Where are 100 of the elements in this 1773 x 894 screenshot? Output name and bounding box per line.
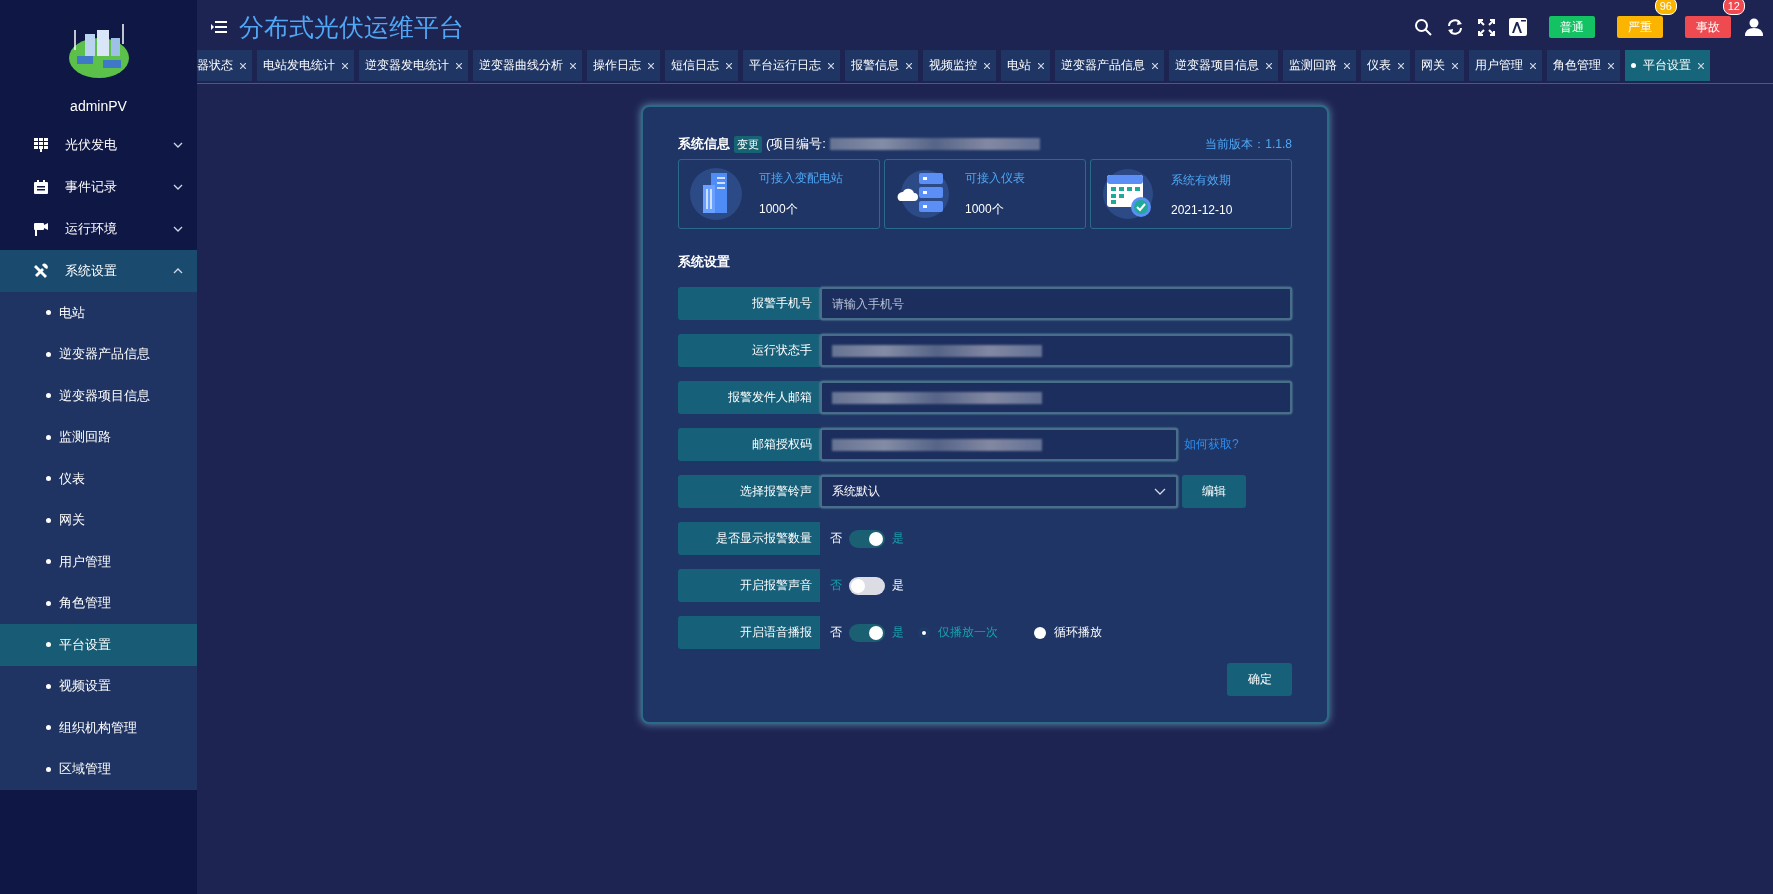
tab[interactable]: 逆变器发电统计 — [359, 50, 468, 81]
search-icon[interactable] — [1414, 18, 1432, 36]
tab[interactable]: 逆变器曲线分析 — [473, 50, 582, 81]
tab[interactable]: 逆变器产品信息 — [1055, 50, 1164, 81]
close-icon[interactable] — [1452, 62, 1458, 69]
field-label: 邮箱授权码 — [678, 428, 820, 461]
radio-label[interactable]: 仅播放一次 — [938, 624, 998, 641]
chevron-down-icon — [173, 142, 183, 148]
close-icon[interactable] — [1266, 62, 1272, 69]
tab[interactable]: 逆变器项目信息 — [1169, 50, 1278, 81]
submenu-item[interactable]: 电站 — [0, 292, 197, 334]
username-label: adminPV — [70, 97, 127, 116]
fullscreen-icon[interactable] — [1478, 18, 1495, 36]
submenu-item[interactable]: 逆变器产品信息 — [0, 333, 197, 375]
close-icon[interactable] — [1152, 62, 1158, 69]
submenu-item[interactable]: 组织机构管理 — [0, 707, 197, 749]
close-icon[interactable] — [1530, 62, 1536, 69]
close-icon[interactable] — [906, 62, 912, 69]
submenu-item[interactable]: 区域管理 — [0, 748, 197, 790]
radio-button[interactable] — [1034, 626, 1046, 639]
off-label: 否 — [830, 530, 842, 547]
ringtone-dropdown[interactable]: 系统默认 — [820, 475, 1178, 508]
close-icon[interactable] — [828, 62, 834, 69]
tab[interactable]: 视频监控 — [923, 50, 996, 81]
close-icon[interactable] — [984, 62, 990, 69]
section-title: 系统信息 — [678, 135, 730, 153]
calendar-icon — [33, 179, 49, 195]
project-number-label: (项目编号: — [766, 135, 826, 153]
tab[interactable]: 角色管理 — [1547, 50, 1620, 81]
field-label: 运行状态手 — [678, 334, 820, 367]
refresh-icon[interactable] — [1446, 18, 1464, 36]
card-value: 2021-12-10 — [1171, 202, 1233, 217]
tab[interactable]: 仪表 — [1361, 50, 1410, 81]
submenu-item[interactable]: 仪表 — [0, 458, 197, 500]
input-field[interactable] — [820, 381, 1292, 414]
tab[interactable]: 平台设置 — [1625, 50, 1710, 81]
off-label: 否 — [830, 624, 842, 641]
sidebar-menu-item[interactable]: 事件记录 — [0, 166, 197, 208]
submenu-item[interactable]: 网关 — [0, 499, 197, 541]
input-field[interactable] — [820, 428, 1178, 461]
sidebar-menu-item[interactable]: 运行环境 — [0, 208, 197, 250]
close-icon[interactable] — [1038, 62, 1044, 69]
close-icon[interactable] — [1398, 62, 1404, 69]
submenu-item[interactable]: 角色管理 — [0, 582, 197, 624]
close-icon[interactable] — [726, 62, 732, 69]
close-icon[interactable] — [1698, 62, 1704, 69]
app-title: 分布式光伏运维平台 — [239, 11, 465, 43]
field-label: 选择报警铃声 — [678, 475, 820, 508]
toggle-switch[interactable] — [849, 529, 885, 548]
chevron-down-icon — [173, 226, 183, 232]
edit-button[interactable]: 编辑 — [1182, 475, 1246, 508]
tab[interactable]: 电站发电统计 — [257, 50, 354, 81]
submenu-item[interactable]: 监测回路 — [0, 416, 197, 458]
close-icon[interactable] — [240, 62, 246, 69]
off-label: 否 — [830, 577, 842, 594]
close-icon[interactable] — [1344, 62, 1350, 69]
radio-button[interactable] — [918, 626, 930, 639]
tab[interactable]: 网关 — [1415, 50, 1464, 81]
close-icon[interactable] — [456, 62, 462, 69]
tab[interactable]: 监测回路 — [1283, 50, 1356, 81]
sidebar-menu-item[interactable]: 光伏发电 — [0, 124, 197, 166]
radio-label[interactable]: 循环播放 — [1054, 624, 1102, 641]
count-badge: 96 — [1654, 0, 1677, 15]
close-icon[interactable] — [342, 62, 348, 69]
tab[interactable]: 器状态 — [197, 50, 252, 81]
submenu-item[interactable]: 用户管理 — [0, 541, 197, 583]
help-link[interactable]: 如何获取? — [1184, 436, 1239, 453]
submenu-item[interactable]: 视频设置 — [0, 665, 197, 707]
card-value: 1000个 — [759, 201, 799, 218]
close-icon[interactable] — [570, 62, 576, 69]
tab[interactable]: 电站 — [1001, 50, 1050, 81]
close-icon[interactable] — [648, 62, 654, 69]
input-field[interactable]: 请输入手机号 — [820, 287, 1292, 320]
card-value: 1000个 — [965, 201, 1005, 218]
chevron-down-icon — [173, 184, 183, 190]
sidebar-menu-item[interactable]: 系统设置 — [0, 250, 197, 292]
tab[interactable]: 平台运行日志 — [743, 50, 840, 81]
on-label: 是 — [892, 624, 904, 641]
section-title: 系统设置 — [678, 253, 731, 271]
field-label: 开启语音播报 — [678, 616, 820, 649]
toggle-switch[interactable] — [849, 623, 885, 642]
alarm-level-button[interactable]: 事故 — [1685, 16, 1731, 38]
tab[interactable]: 用户管理 — [1469, 50, 1542, 81]
change-tag[interactable]: 变更 — [734, 135, 762, 153]
tab[interactable]: 报警信息 — [845, 50, 918, 81]
tools-icon — [33, 263, 49, 279]
camera-icon — [33, 221, 49, 237]
field-label: 开启报警声音 — [678, 569, 820, 602]
field-label: 报警手机号 — [678, 287, 820, 320]
submenu-item[interactable]: 平台设置 — [0, 624, 197, 666]
toggle-switch[interactable] — [849, 576, 885, 595]
menu-icon[interactable] — [211, 20, 227, 34]
input-field[interactable] — [820, 334, 1292, 367]
user-icon[interactable] — [1745, 18, 1763, 36]
submenu-item[interactable]: 逆变器项目信息 — [0, 375, 197, 417]
close-icon[interactable] — [1608, 62, 1614, 69]
tab[interactable]: 短信日志 — [665, 50, 738, 81]
on-label: 是 — [892, 530, 904, 547]
tab[interactable]: 操作日志 — [587, 50, 660, 81]
confirm-button[interactable]: 确定 — [1227, 663, 1292, 696]
